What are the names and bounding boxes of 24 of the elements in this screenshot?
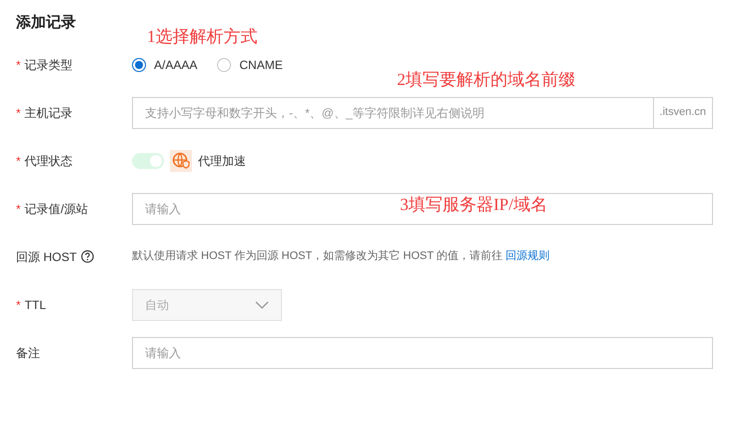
field-label: * 主机记录 <box>16 104 73 122</box>
field-label: * 记录类型 <box>16 56 73 74</box>
radio-option[interactable]: CNAME <box>217 56 283 74</box>
domain-suffix: .itsven.cn <box>654 96 713 128</box>
chevron-down-icon <box>255 300 269 308</box>
radio-option[interactable]: A/AAAA <box>132 56 198 74</box>
globe-shield-icon <box>170 150 192 172</box>
field-label: * TTL <box>16 296 46 314</box>
input-field[interactable]: 请输入 <box>132 336 713 368</box>
host-note: 默认使用请求 HOST 作为回源 HOST，如需修改为其它 HOST 的值，请前往 回源规则 <box>132 248 550 264</box>
annotation-text: 3填写服务器IP/域名 <box>400 194 548 216</box>
field-label: * 记录值/源站 <box>16 200 88 218</box>
radio-button[interactable] <box>217 58 232 72</box>
annotation-text: 2填写要解析的域名前缀 <box>397 69 576 91</box>
field-label: 备注 <box>16 344 40 362</box>
field-label: * 代理状态 <box>16 152 73 170</box>
toggle-switch[interactable] <box>132 152 164 168</box>
input-field[interactable]: 支持小写字母和数字开头，-、*、@、_等字符限制详见右侧说明 <box>132 96 654 128</box>
origin-rules-link[interactable]: 回源规则 <box>506 250 550 262</box>
proxy-label: 代理加速 <box>198 152 246 170</box>
annotation-text: 1选择解析方式 <box>147 26 258 48</box>
page-title: 添加记录 <box>16 13 76 33</box>
field-label: 回源 HOST <box>16 248 77 266</box>
radio-button[interactable] <box>132 58 146 72</box>
